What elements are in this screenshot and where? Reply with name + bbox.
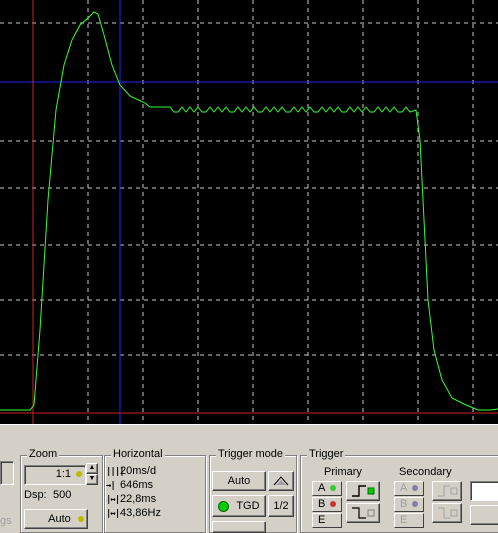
horizontal-readouts: ||||20ms/d →| 646ms |↔|22,8ms |↔|43,86Hz <box>98 465 208 521</box>
channel-indicator <box>330 501 336 507</box>
horizontal-row: ||||20ms/d <box>106 465 156 478</box>
trigger-auto-button[interactable]: Auto <box>212 471 266 491</box>
secondary-rising-edge-icon <box>438 485 458 497</box>
zoom-spin-up[interactable]: ▲ <box>86 463 98 474</box>
frequency-icon: |↔| <box>106 509 120 519</box>
control-panel: gs Zoom 1:1 ▲ ▼ Dsp: 500 Auto Horizontal… <box>0 424 498 533</box>
left-partial-label: gs <box>0 515 12 527</box>
timebase-icon: |||| <box>106 467 125 477</box>
trigger-level-field[interactable] <box>470 481 498 501</box>
horizontal-row-value: 646ms <box>120 479 154 491</box>
oscilloscope-display[interactable] <box>0 0 498 424</box>
channel-label: E <box>400 514 408 526</box>
channel-indicator <box>412 485 418 491</box>
zoom-auto-indicator <box>77 516 84 523</box>
horizontal-row: →| 646ms <box>106 479 153 492</box>
trigger-tgd-label: TGD <box>236 500 260 512</box>
trigger-mode-title: Trigger mode <box>216 448 286 460</box>
zoom-auto-button[interactable]: Auto <box>24 509 88 529</box>
channel-label: B <box>318 498 326 510</box>
dsp-value: 500 <box>53 489 72 501</box>
trigger-primary-label: Primary <box>324 466 362 478</box>
falling-edge-icon <box>352 507 375 519</box>
channel-label: A <box>400 482 408 494</box>
period-icon: |↔| <box>106 495 120 505</box>
trigger-half-button[interactable]: 1/2 <box>268 495 294 517</box>
zoom-ratio-value: 1:1 <box>55 468 71 480</box>
secondary-slope-rising[interactable] <box>432 481 462 501</box>
primary-slope-falling[interactable] <box>346 503 380 523</box>
trigger-tgd-button[interactable]: TGD <box>212 495 266 517</box>
trigger-channel-secondary-e[interactable]: E <box>394 513 424 528</box>
trigger-channel-primary-b[interactable]: B <box>312 497 342 512</box>
channel-label: A <box>318 482 326 494</box>
horizontal-row-value: 20ms/d <box>120 465 157 477</box>
horizontal-row: |↔|43,86Hz <box>106 507 161 520</box>
trigger-secondary-label: Secondary <box>399 466 452 478</box>
trigger-right-button[interactable] <box>470 505 498 525</box>
zoom-ratio-indicator <box>76 471 82 477</box>
trigger-shape-icon <box>273 476 289 486</box>
zoom-auto-label: Auto <box>48 513 71 525</box>
zoom-title: Zoom <box>27 448 60 460</box>
trigger-title: Trigger <box>307 448 346 460</box>
channel-label: B <box>400 498 408 510</box>
zoom-spin-down[interactable]: ▼ <box>86 474 98 485</box>
trigger-mode-extra-button[interactable] <box>212 521 266 533</box>
position-icon: →| <box>106 481 116 491</box>
trigger-channel-secondary-a[interactable]: A <box>394 481 424 496</box>
trigger-shape-button[interactable] <box>268 471 294 491</box>
horizontal-row-value: 22,8ms <box>120 493 157 505</box>
zoom-ratio-field[interactable]: 1:1 <box>24 465 86 485</box>
trigger-auto-label: Auto <box>227 475 251 487</box>
horizontal-title: Horizontal <box>111 448 165 460</box>
trigger-channel-secondary-b[interactable]: B <box>394 497 424 512</box>
left-partial-field <box>0 461 14 485</box>
trigger-half-label: 1/2 <box>273 500 289 512</box>
secondary-falling-edge-icon <box>438 507 458 519</box>
tgd-indicator <box>218 500 230 512</box>
horizontal-row-value: 43,86Hz <box>120 507 161 519</box>
channel-indicator <box>330 485 336 491</box>
trigger-channel-primary-a[interactable]: A <box>312 481 342 496</box>
primary-slope-rising[interactable] <box>346 481 380 501</box>
waveform-canvas <box>0 0 498 424</box>
secondary-slope-falling[interactable] <box>432 503 462 523</box>
channel-indicator <box>412 501 418 507</box>
channel-a-trace <box>0 11 498 411</box>
trigger-channel-primary-e[interactable]: E <box>312 513 342 528</box>
dsp-label: Dsp: <box>24 489 47 501</box>
rising-edge-icon <box>352 485 375 497</box>
channel-label: E <box>318 514 326 526</box>
horizontal-row: |↔|22,8ms <box>106 493 156 506</box>
